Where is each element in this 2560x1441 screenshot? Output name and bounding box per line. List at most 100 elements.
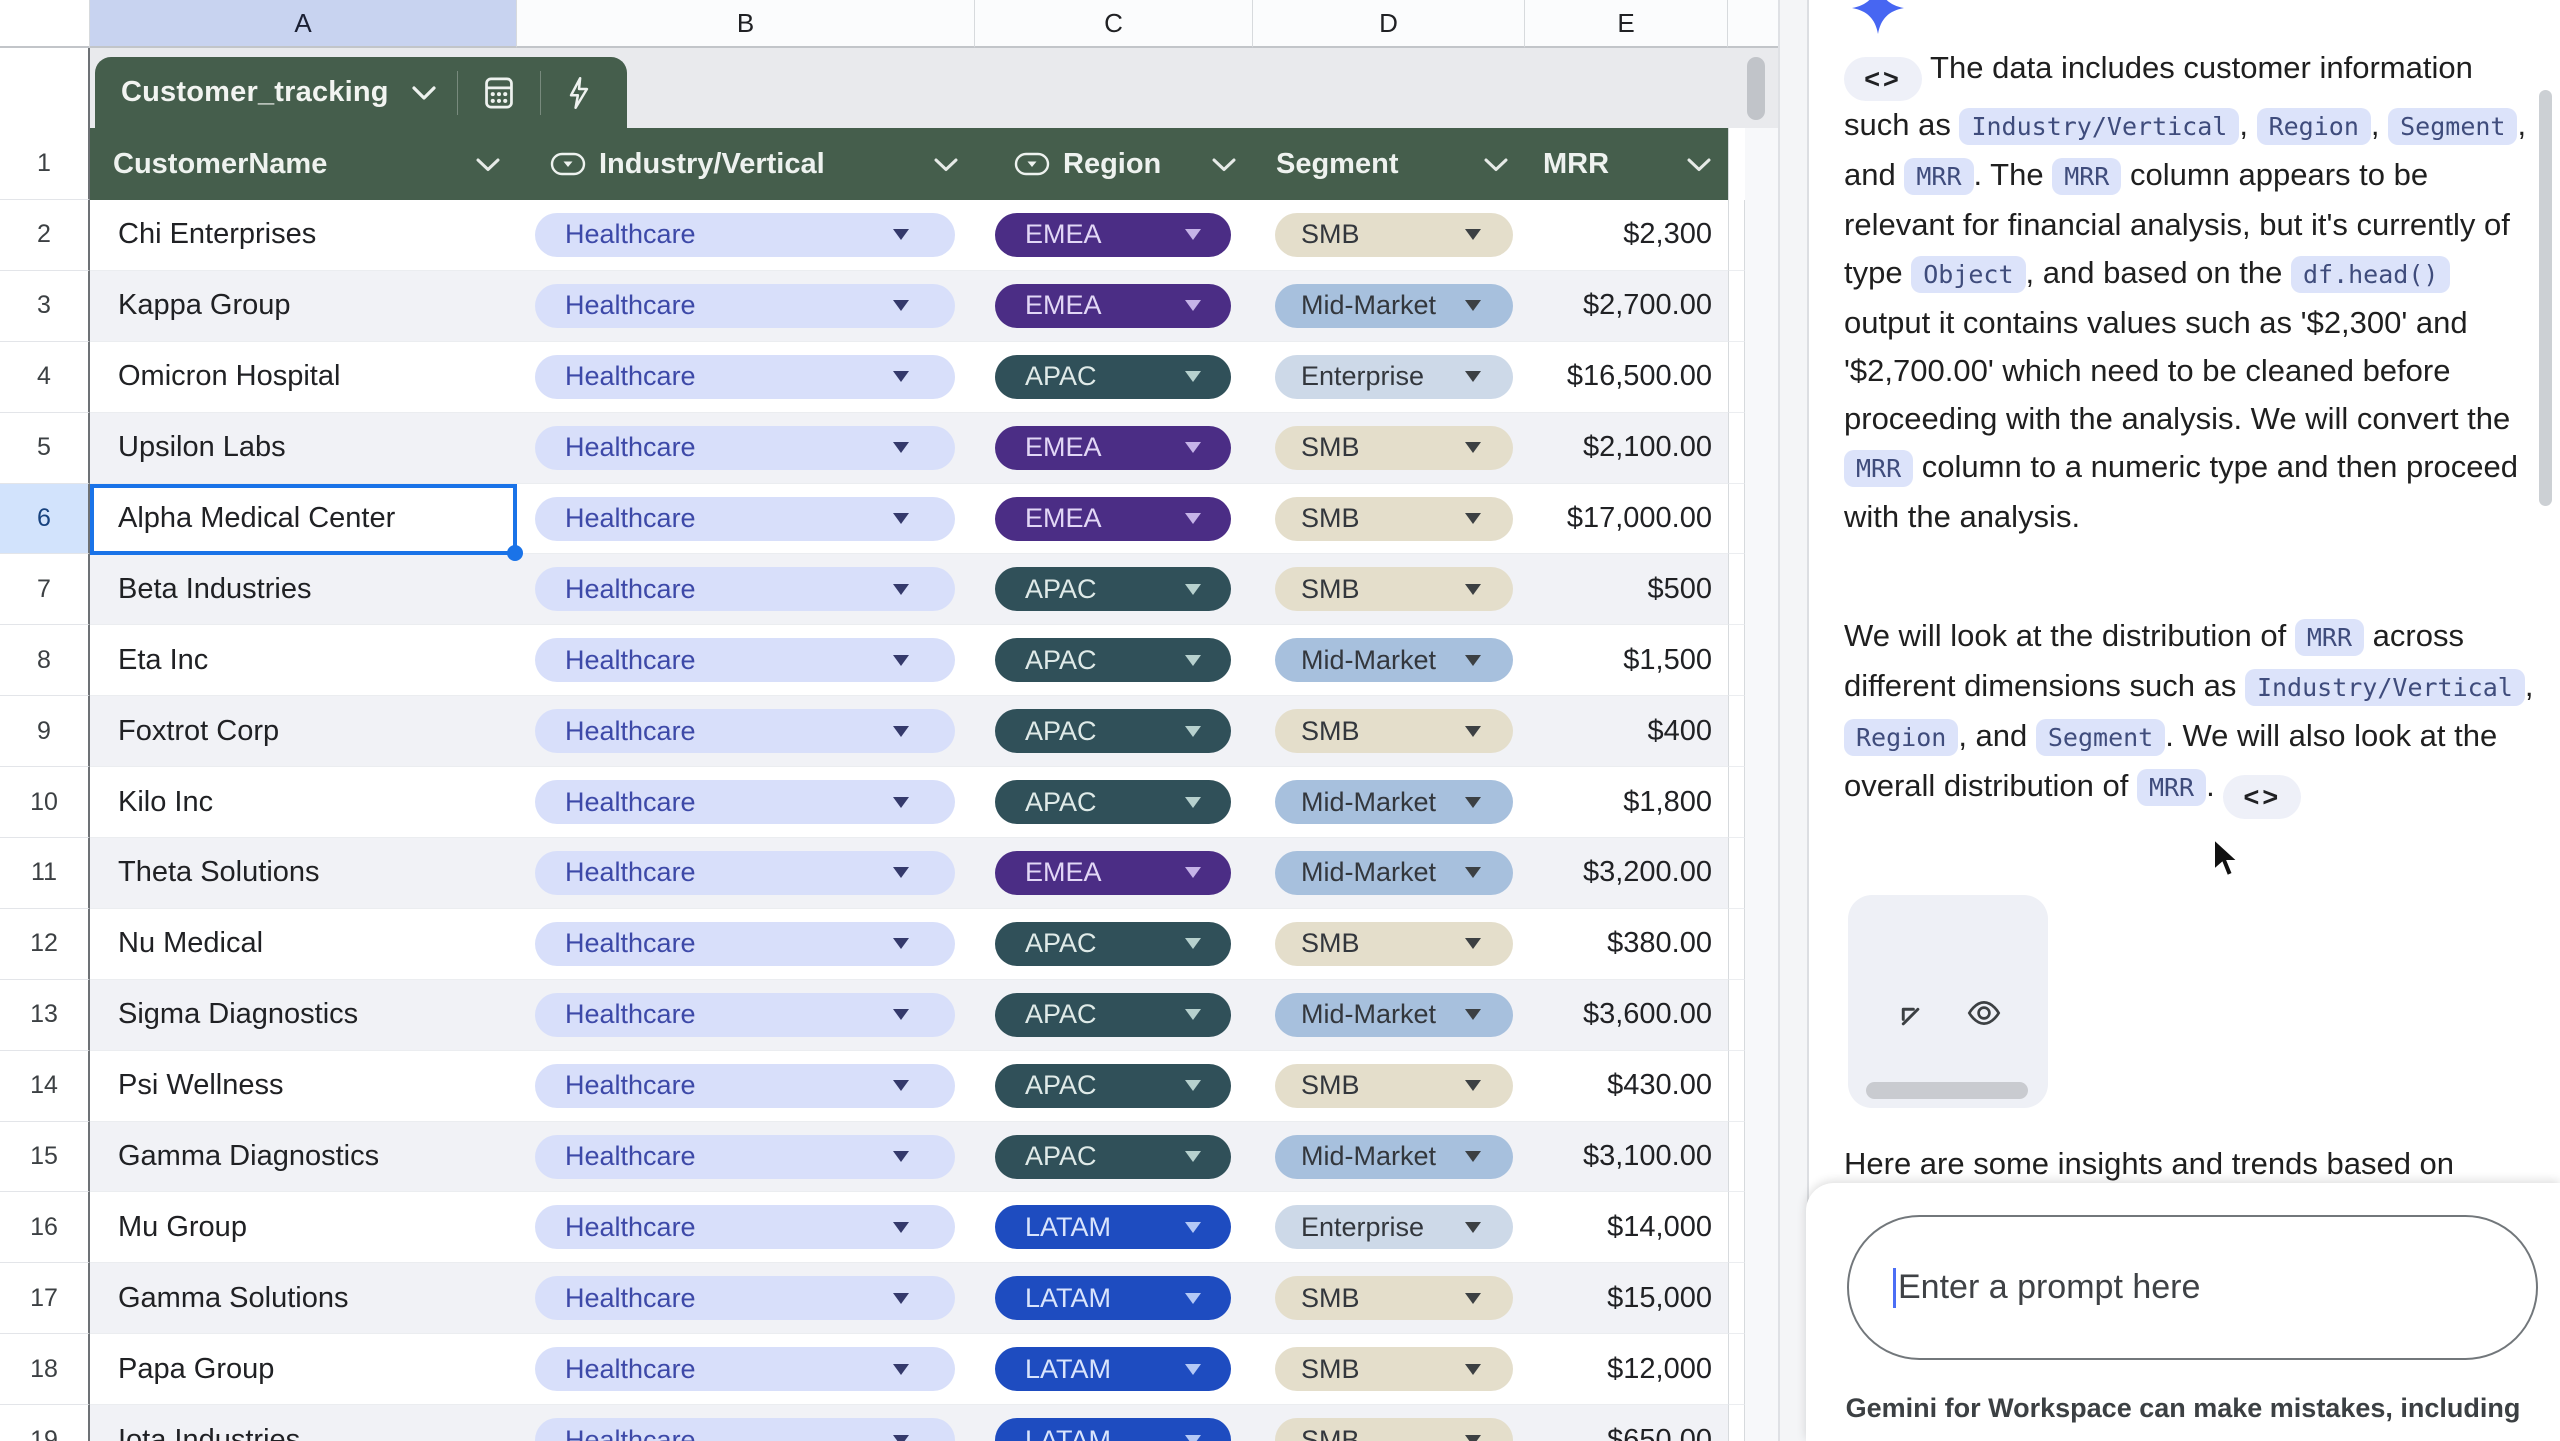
cell-customer-name[interactable]: Papa Group: [90, 1334, 517, 1406]
industry-chip[interactable]: Healthcare: [535, 1134, 955, 1179]
row-number-3[interactable]: 3: [0, 270, 90, 342]
cell-customer-name[interactable]: Foxtrot Corp: [90, 696, 517, 768]
region-chip[interactable]: APAC: [995, 992, 1231, 1037]
code-toggle-button[interactable]: <>: [2223, 775, 2302, 819]
row-number-19[interactable]: 19: [0, 1405, 90, 1441]
row-number-9[interactable]: 9: [0, 696, 90, 768]
table-calculate-button[interactable]: [458, 76, 540, 110]
cell-customer-name[interactable]: Mu Group: [90, 1192, 517, 1264]
column-letter-D[interactable]: D: [1253, 0, 1525, 48]
cell-mrr[interactable]: $15,000: [1525, 1263, 1728, 1335]
cell-customer-name[interactable]: Kilo Inc: [90, 767, 517, 839]
cell-segment[interactable]: SMB: [1253, 554, 1525, 626]
cell-mrr[interactable]: $430.00: [1525, 1050, 1728, 1122]
column-letter-B[interactable]: B: [517, 0, 975, 48]
column-menu-chevron-icon[interactable]: [1686, 156, 1728, 173]
cell-segment[interactable]: Mid-Market: [1253, 625, 1525, 697]
segment-chip[interactable]: SMB: [1275, 1063, 1513, 1108]
cell-region[interactable]: EMEA: [975, 200, 1253, 271]
cell-region[interactable]: EMEA: [975, 838, 1253, 909]
segment-chip[interactable]: Enterprise: [1275, 354, 1513, 399]
cell-mrr[interactable]: $2,300: [1525, 200, 1728, 271]
cell-mrr[interactable]: $14,000: [1525, 1192, 1728, 1264]
cell-industry[interactable]: Healthcare: [517, 979, 975, 1051]
cell-industry[interactable]: Healthcare: [517, 767, 975, 839]
cell-segment[interactable]: Mid-Market: [1253, 838, 1525, 909]
cell-region[interactable]: LATAM: [975, 1334, 1253, 1406]
row-number-14[interactable]: 14: [0, 1050, 90, 1122]
industry-chip[interactable]: Healthcare: [535, 354, 955, 399]
cell-industry[interactable]: Healthcare: [517, 625, 975, 697]
segment-chip[interactable]: Mid-Market: [1275, 780, 1513, 825]
cell-mrr[interactable]: $2,700.00: [1525, 270, 1728, 342]
cell-mrr[interactable]: $380.00: [1525, 908, 1728, 980]
cell-industry[interactable]: Healthcare: [517, 1405, 975, 1441]
industry-chip[interactable]: Healthcare: [535, 567, 955, 612]
cell-mrr[interactable]: $1,500: [1525, 625, 1728, 697]
region-chip[interactable]: EMEA: [995, 212, 1231, 257]
cell-region[interactable]: APAC: [975, 979, 1253, 1051]
cell-segment[interactable]: SMB: [1253, 1050, 1525, 1122]
row-number-7[interactable]: 7: [0, 554, 90, 626]
cell-segment[interactable]: Mid-Market: [1253, 767, 1525, 839]
region-chip[interactable]: APAC: [995, 567, 1231, 612]
industry-chip[interactable]: Healthcare: [535, 638, 955, 683]
code-toggle-button[interactable]: <>: [1844, 57, 1922, 101]
table-menu-chevron-icon[interactable]: [409, 83, 439, 108]
cell-customer-name[interactable]: Kappa Group: [90, 270, 517, 342]
cell-industry[interactable]: Healthcare: [517, 696, 975, 768]
cell-mrr[interactable]: $3,100.00: [1525, 1121, 1728, 1193]
industry-chip[interactable]: Healthcare: [535, 1418, 955, 1441]
region-chip[interactable]: APAC: [995, 354, 1231, 399]
cell-region[interactable]: EMEA: [975, 270, 1253, 342]
column-menu-chevron-icon[interactable]: [475, 156, 517, 173]
cell-industry[interactable]: Healthcare: [517, 554, 975, 626]
cell-industry[interactable]: Healthcare: [517, 270, 975, 342]
cell-segment[interactable]: SMB: [1253, 483, 1525, 555]
panel-vertical-scrollbar[interactable]: [2539, 90, 2552, 506]
row-number-17[interactable]: 17: [0, 1263, 90, 1335]
cell-mrr[interactable]: $17,000.00: [1525, 483, 1728, 555]
cell-mrr[interactable]: $2,100.00: [1525, 412, 1728, 484]
cell-customer-name[interactable]: Upsilon Labs: [90, 412, 517, 484]
segment-chip[interactable]: Mid-Market: [1275, 638, 1513, 683]
segment-chip[interactable]: SMB: [1275, 496, 1513, 541]
cell-mrr[interactable]: $12,000: [1525, 1334, 1728, 1406]
grid-corner-cell[interactable]: [0, 0, 90, 48]
industry-chip[interactable]: Healthcare: [535, 1205, 955, 1250]
cell-mrr[interactable]: $3,200.00: [1525, 838, 1728, 909]
cell-mrr[interactable]: $16,500.00: [1525, 341, 1728, 413]
cell-segment[interactable]: SMB: [1253, 1405, 1525, 1441]
industry-chip[interactable]: Healthcare: [535, 496, 955, 541]
cell-industry[interactable]: Healthcare: [517, 1050, 975, 1122]
cell-customer-name[interactable]: Psi Wellness: [90, 1050, 517, 1122]
cell-region[interactable]: LATAM: [975, 1405, 1253, 1441]
cell-segment[interactable]: Mid-Market: [1253, 979, 1525, 1051]
cell-industry[interactable]: Healthcare: [517, 1192, 975, 1264]
region-chip[interactable]: APAC: [995, 1134, 1231, 1179]
region-chip[interactable]: EMEA: [995, 850, 1231, 895]
table-gemini-button[interactable]: [541, 76, 617, 110]
expand-arrow-icon[interactable]: [1892, 998, 1928, 1039]
industry-chip[interactable]: Healthcare: [535, 992, 955, 1037]
region-chip[interactable]: APAC: [995, 780, 1231, 825]
cell-industry[interactable]: Healthcare: [517, 200, 975, 271]
segment-chip[interactable]: SMB: [1275, 1418, 1513, 1441]
cell-region[interactable]: APAC: [975, 554, 1253, 626]
region-chip[interactable]: EMEA: [995, 283, 1231, 328]
region-chip[interactable]: LATAM: [995, 1205, 1231, 1250]
cell-customer-name[interactable]: Iota Industries: [90, 1405, 517, 1441]
cell-customer-name[interactable]: Alpha Medical Center: [90, 483, 517, 555]
cell-industry[interactable]: Healthcare: [517, 1263, 975, 1335]
cell-customer-name[interactable]: Gamma Solutions: [90, 1263, 517, 1335]
cell-industry[interactable]: Healthcare: [517, 341, 975, 413]
sheet-vertical-scrollbar[interactable]: [1747, 57, 1765, 120]
segment-chip[interactable]: SMB: [1275, 567, 1513, 612]
cell-mrr[interactable]: $500: [1525, 554, 1728, 626]
cell-region[interactable]: LATAM: [975, 1192, 1253, 1264]
cell-industry[interactable]: Healthcare: [517, 483, 975, 555]
industry-chip[interactable]: Healthcare: [535, 283, 955, 328]
row-number-18[interactable]: 18: [0, 1334, 90, 1406]
cell-region[interactable]: APAC: [975, 908, 1253, 980]
segment-chip[interactable]: SMB: [1275, 709, 1513, 754]
